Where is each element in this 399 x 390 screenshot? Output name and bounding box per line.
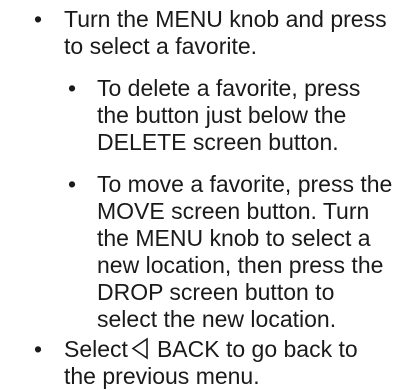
list-item-line: Select BACK to go back to: [64, 336, 358, 363]
list-item-line: the previous menu.: [64, 363, 260, 389]
instruction-list: Turn the MENU knob and press to select a…: [0, 0, 399, 389]
list-item-line: the MENU knob to select a: [97, 225, 371, 251]
list-item-line: DELETE screen button.: [97, 129, 339, 155]
list-item-delete-favorite: To delete a favorite, press the button j…: [68, 75, 360, 156]
back-text: BACK to go back to: [156, 336, 358, 362]
list-item-line: new location, then press the: [97, 252, 384, 278]
bullet: [34, 6, 42, 33]
list-item-line: select the new location.: [97, 306, 337, 332]
list-item-line: To delete a favorite, press: [97, 75, 361, 101]
select-word: Select: [64, 336, 128, 362]
list-item-line: the button just below the: [97, 102, 347, 128]
list-item-move-favorite: To move a favorite, press the MOVE scree…: [68, 171, 392, 333]
list-item-select-favorite: Turn the MENU knob and press to select a…: [34, 6, 387, 60]
bullet: [68, 171, 76, 198]
bullet: [68, 75, 76, 102]
list-item-line: Turn the MENU knob and press: [64, 6, 387, 32]
list-item-back: Select BACK to go back to the previous me…: [34, 336, 358, 390]
back-triangle-icon: [131, 337, 148, 360]
list-item-line: to select a favorite.: [64, 33, 258, 59]
list-item-line: DROP screen button to: [97, 279, 335, 305]
list-item-line: MOVE screen button. Turn: [97, 198, 370, 224]
list-item-line: To move a favorite, press the: [97, 171, 393, 197]
bullet: [34, 336, 42, 363]
